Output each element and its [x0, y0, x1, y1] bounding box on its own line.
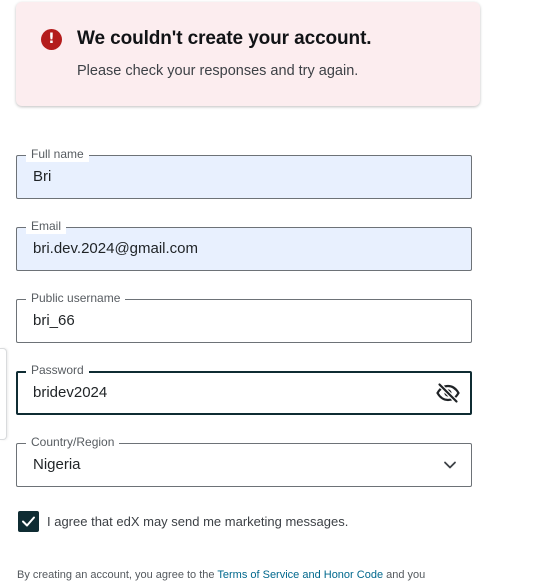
checkmark-icon	[22, 516, 35, 527]
terms-suffix: and you	[383, 569, 426, 581]
country-select[interactable]: Country/Region Nigeria	[16, 434, 472, 487]
email-input[interactable]: bri.dev.2024@gmail.com	[33, 228, 198, 270]
alert-title: We couldn't create your account.	[77, 28, 372, 49]
eye-slash-icon[interactable]	[436, 381, 460, 405]
terms-text: By creating an account, you agree to the…	[17, 569, 425, 581]
chevron-down-icon	[444, 461, 456, 469]
side-panel-edge	[0, 348, 7, 440]
email-field[interactable]: Email bri.dev.2024@gmail.com	[16, 218, 472, 271]
marketing-checkbox[interactable]	[18, 511, 39, 532]
full-name-field[interactable]: Full name Bri	[16, 146, 472, 199]
error-icon: !	[41, 29, 62, 50]
terms-prefix: By creating an account, you agree to the	[17, 569, 218, 581]
marketing-checkbox-label[interactable]: I agree that edX may send me marketing m…	[47, 514, 348, 529]
terms-link[interactable]: Terms of Service and Honor Code	[217, 569, 383, 581]
username-input[interactable]: bri_66	[33, 300, 75, 342]
error-alert: ! We couldn't create your account. Pleas…	[16, 2, 480, 106]
password-field[interactable]: Password bridev2024	[16, 362, 472, 415]
alert-message: Please check your responses and try agai…	[77, 63, 359, 79]
username-field[interactable]: Public username bri_66	[16, 290, 472, 343]
password-input[interactable]: bridev2024	[33, 373, 107, 413]
full-name-input[interactable]: Bri	[33, 156, 51, 198]
country-value[interactable]: Nigeria	[33, 444, 81, 486]
